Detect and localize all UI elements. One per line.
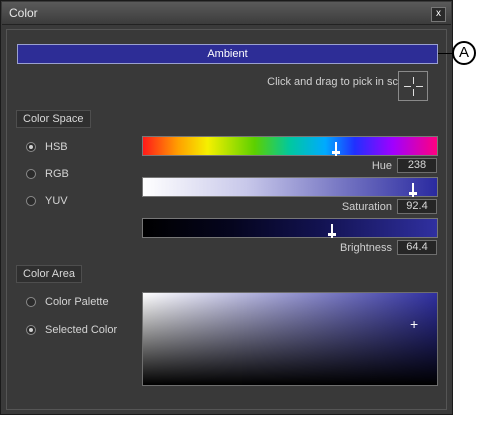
hue-label: Hue [371, 160, 392, 172]
radio-color-palette-dot[interactable] [26, 297, 36, 307]
hue-slider-thumb[interactable] [332, 142, 340, 156]
color-area-marker[interactable]: + [410, 317, 418, 331]
callout-marker: A [452, 41, 476, 65]
brightness-label: Brightness [340, 242, 392, 254]
saturation-value-field[interactable]: 92.4 [397, 199, 437, 214]
radio-selected-color-dot[interactable] [26, 325, 36, 335]
ambient-color-swatch[interactable]: Ambient [17, 44, 438, 64]
radio-rgb-label: RGB [45, 168, 69, 180]
hue-value-field[interactable]: 238 [397, 158, 437, 173]
close-button[interactable]: x [431, 7, 446, 22]
radio-hsb-dot[interactable] [26, 142, 36, 152]
saturation-slider-thumb[interactable] [409, 183, 417, 197]
color-area-picker[interactable]: + [142, 292, 438, 386]
brightness-slider-thumb[interactable] [328, 224, 336, 238]
radio-hsb-label: HSB [45, 141, 68, 153]
radio-yuv-dot[interactable] [26, 196, 36, 206]
saturation-slider[interactable] [142, 177, 438, 197]
color-space-header: Color Space [16, 110, 91, 128]
color-area-header: Color Area [16, 265, 82, 283]
brightness-value-field[interactable]: 64.4 [397, 240, 437, 255]
window-title: Color [9, 6, 38, 20]
hue-slider[interactable] [142, 136, 438, 156]
brightness-slider[interactable] [142, 218, 438, 238]
title-bar[interactable]: Color x [2, 2, 451, 25]
radio-selected-color-label: Selected Color [45, 324, 118, 336]
radio-color-palette-label: Color Palette [45, 296, 109, 308]
screen-pick-button[interactable] [398, 71, 428, 101]
radio-rgb-dot[interactable] [26, 169, 36, 179]
radio-yuv-label: YUV [45, 195, 68, 207]
saturation-label: Saturation [341, 201, 392, 213]
